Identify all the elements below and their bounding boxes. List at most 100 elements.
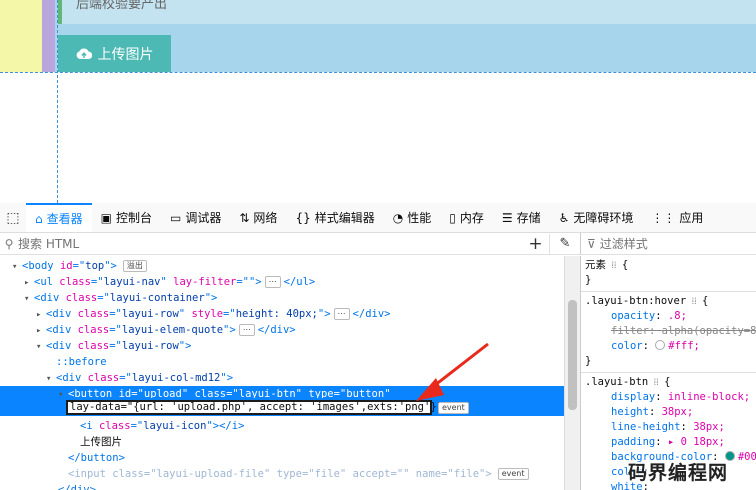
tab-storage[interactable]: ☰ 存储 xyxy=(493,203,550,232)
collapsed-children-badge[interactable]: ⋯ xyxy=(265,276,281,288)
tree-scrollbar-thumb[interactable] xyxy=(568,300,577,410)
property-name[interactable]: opacity xyxy=(611,310,655,322)
markup-token: "> xyxy=(206,420,219,432)
markup-token: layui-container xyxy=(110,292,205,304)
tree-node[interactable]: ▸ <div class="layui-elem-quote"> ⋯ </div> xyxy=(0,322,564,338)
grid-highlight-icon[interactable]: ⁞⁞ xyxy=(686,297,702,307)
grid-highlight-icon[interactable]: ⁞⁞ xyxy=(648,378,664,388)
collapsed-children-badge[interactable]: ⋯ xyxy=(334,308,350,320)
property-value[interactable]: .8; xyxy=(668,310,687,322)
tab-label: 调试器 xyxy=(185,209,221,226)
markup-token: =" xyxy=(302,468,315,480)
tab-memory[interactable]: ▯ 内存 xyxy=(440,203,493,232)
css-declaration[interactable]: opacity: .8; xyxy=(611,309,687,324)
tree-scrollbar[interactable] xyxy=(564,256,580,490)
markup-token: <div xyxy=(34,292,66,304)
preview-elem-quote: 后端校验要产出 xyxy=(58,0,756,24)
add-node-icon[interactable]: + xyxy=(522,234,550,254)
attribute-edit-field[interactable]: lay-data="{url: 'upload.php', accept: 'i… xyxy=(66,400,432,415)
expand-twisty-icon[interactable]: ▾ xyxy=(24,291,34,307)
property-value[interactable]: 38px; xyxy=(662,406,694,418)
eyedropper-icon[interactable]: ✎ xyxy=(550,236,580,251)
search-html-input[interactable]: 搜索 HTML xyxy=(18,235,522,252)
tab-style-editor[interactable]: {} 样式编辑器 xyxy=(286,203,383,232)
css-declaration[interactable]: color: #fff; xyxy=(611,339,700,354)
property-name[interactable]: filter xyxy=(611,325,649,337)
tree-node[interactable]: ▸ <div class="layui-row" style="height: 4… xyxy=(0,306,564,322)
tab-label: 性能 xyxy=(407,209,431,226)
collapse-twisty-icon[interactable]: ▸ xyxy=(36,307,46,323)
tab-performance[interactable]: ◔ 性能 xyxy=(384,203,441,232)
filter-styles-input[interactable]: 过滤样式 xyxy=(600,235,648,252)
tree-node[interactable]: 上传图片 xyxy=(0,434,564,450)
markup-token: ="" xyxy=(391,468,416,480)
tab-console[interactable]: ▣ 控制台 xyxy=(92,203,161,232)
css-declaration[interactable]: display: inline-block; xyxy=(611,390,750,405)
property-value[interactable]: 38px; xyxy=(693,421,725,433)
tree-node[interactable]: ▾ <div class="layui-container"> xyxy=(0,290,564,306)
tab-network[interactable]: ⇅ 网络 xyxy=(230,203,286,232)
tree-node[interactable]: ::before xyxy=(0,354,564,370)
markup-token: " xyxy=(179,308,192,320)
property-value[interactable]: #fff; xyxy=(668,340,700,352)
memory-icon: ▯ xyxy=(449,211,456,225)
style-editor-icon: {} xyxy=(295,211,310,225)
tab-label: 存储 xyxy=(517,209,541,226)
property-name[interactable]: padding xyxy=(611,436,655,448)
tab-accessibility[interactable]: ♿ 无障碍环境 xyxy=(550,203,643,232)
css-declaration[interactable]: filter: alpha(opacity=80 xyxy=(611,324,756,339)
property-value[interactable]: alpha(opacity=80 xyxy=(662,325,756,337)
tree-node[interactable]: <input class="layui-upload-file" type="f… xyxy=(0,466,564,482)
markup-token: =" xyxy=(119,372,132,384)
collapse-twisty-icon[interactable]: ▸ xyxy=(24,275,34,291)
markup-token: layui-upload-file xyxy=(157,468,264,480)
property-name[interactable]: height xyxy=(611,406,649,418)
grid-highlight-icon[interactable]: ⁞⁞ xyxy=(606,261,622,271)
tree-node[interactable]: ▾ <body id="top"> 溢出 xyxy=(0,258,564,274)
tree-node[interactable]: ▾ <div class="layui-row"> xyxy=(0,338,564,354)
tab-label: 样式编辑器 xyxy=(315,209,375,226)
tree-node[interactable]: ▸ <ul class="layui-nav" lay-filter=""> ⋯ </… xyxy=(0,274,564,290)
tree-node[interactable]: </button> xyxy=(0,450,564,466)
rule-separator xyxy=(581,372,756,373)
preview-upload-label: 上传图片 xyxy=(98,44,154,64)
markup-token: layui-row xyxy=(122,340,179,352)
css-declaration[interactable]: line-height: 38px; xyxy=(611,420,725,435)
markup-token: layui-row xyxy=(122,308,179,320)
css-declaration[interactable]: height: 38px; xyxy=(611,405,693,420)
markup-token: class xyxy=(59,276,91,288)
event-badge[interactable]: event xyxy=(438,402,469,414)
expand-twisty-icon[interactable]: ▾ xyxy=(12,259,22,275)
expand-twisty-icon[interactable]: ▾ xyxy=(36,339,46,355)
property-name[interactable]: line-height xyxy=(611,421,681,433)
tab-label: 无障碍环境 xyxy=(573,209,633,226)
markup-token: class xyxy=(78,324,110,336)
css-declaration[interactable]: padding: ▸ 0 18px; xyxy=(611,435,725,450)
overflow-badge[interactable]: 溢出 xyxy=(123,260,147,272)
element-picker-icon[interactable]: ⬚ xyxy=(0,203,26,232)
tab-inspector[interactable]: ⌂ 查看器 xyxy=(26,203,92,232)
search-icon: ⚲ xyxy=(0,237,18,251)
event-badge[interactable]: event xyxy=(498,468,529,480)
property-name[interactable]: color xyxy=(611,340,643,352)
property-value[interactable]: #009 xyxy=(738,451,756,463)
collapse-twisty-icon[interactable]: ▸ xyxy=(36,323,46,339)
property-value[interactable]: inline-block; xyxy=(668,391,750,403)
tab-application[interactable]: ⋮⋮ 应用 xyxy=(642,203,712,232)
color-swatch-icon[interactable] xyxy=(655,340,665,350)
rule-close-brace: } xyxy=(585,273,591,288)
tree-node[interactable]: </div> xyxy=(0,482,564,490)
expand-twisty-icon[interactable]: ▾ xyxy=(46,371,56,387)
tab-label: 内存 xyxy=(460,209,484,226)
guide-line-horizontal xyxy=(0,72,756,73)
property-value[interactable]: ▸ 0 18px; xyxy=(668,436,725,448)
property-name[interactable]: display xyxy=(611,391,655,403)
markup-token: name xyxy=(416,468,441,480)
collapsed-children-badge[interactable]: ⋯ xyxy=(239,324,255,336)
tree-node[interactable]: ▾ <div class="layui-col-md12"> xyxy=(0,370,564,386)
markup-token: <div xyxy=(46,324,78,336)
markup-token: "> xyxy=(179,340,192,352)
preview-upload-button[interactable]: 上传图片 xyxy=(58,35,171,72)
tree-node[interactable]: <i class="layui-icon"></i> xyxy=(0,418,564,434)
tab-debugger[interactable]: ▭ 调试器 xyxy=(161,203,230,232)
